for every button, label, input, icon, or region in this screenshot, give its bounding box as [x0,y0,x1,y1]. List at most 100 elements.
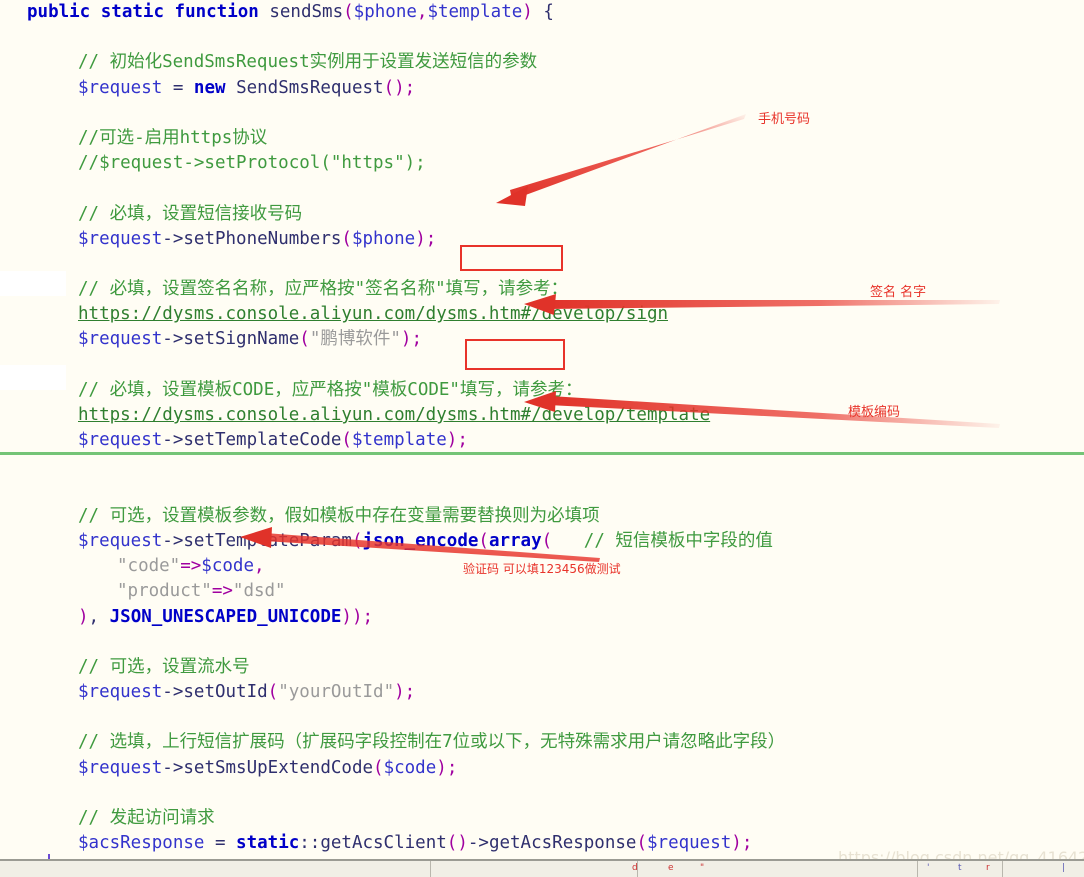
code-token: array [488,530,542,551]
code-token: ) [436,757,447,778]
code-token: // 必填，设置签名名称，应严格按"签名名称"填写，请参考： [78,279,569,300]
code-token: ( [299,329,310,350]
code-line[interactable]: public static function sendSms($phone,$t… [0,0,1084,25]
code-token: ) [731,833,742,854]
code-token: https://dysms.console.aliyun.com/dysms.h… [78,304,669,325]
annotation-label: 手机号码 [758,112,811,127]
code-token: $request [78,77,163,98]
code-line[interactable]: //可选-启用https协议 [0,126,1084,151]
code-token: // 初始化SendSmsRequest实例用于设置发送短信的参数 [78,52,538,73]
code-line[interactable]: https://dysms.console.aliyun.com/dysms.h… [0,302,1084,327]
code-line[interactable]: $request = new SendSmsRequest(); [0,76,1084,101]
code-line[interactable] [0,353,1084,378]
code-token: //$request->setProtocol("https"); [78,153,426,174]
code-token: setSmsUpExtendCode [183,757,374,778]
code-line[interactable] [0,101,1084,126]
code-token: :: [299,833,321,854]
code-token: )) [341,606,363,627]
code-token: ( [351,530,363,551]
code-token: "code" [117,556,181,577]
code-token: ; [404,682,416,703]
code-token: => [211,581,233,602]
code-line[interactable]: // 必填，设置模板CODE，应严格按"模板CODE"填写，请参考： [0,378,1084,403]
code-token: ; [411,329,422,350]
code-token: ) [446,430,458,451]
code-token: // 必填，设置模板CODE，应严格按"模板CODE"填写，请参考： [78,379,583,400]
code-token: -> [162,530,184,551]
code-token: -> [162,757,184,778]
code-line[interactable]: $request->setPhoneNumbers($phone); [0,227,1084,252]
code-line[interactable]: $request->setTemplateCode($template); [0,428,1084,453]
code-token: //可选-启用https协议 [78,127,268,148]
code-token: $request [78,430,163,451]
code-token: $code [201,556,254,577]
code-token: // 可选，设置流水号 [78,656,250,677]
code-token: new [193,77,237,98]
code-line[interactable]: // 选填，上行短信扩展码（扩展码字段控制在7位或以下，无特殊需求用户请忽略此字… [0,730,1084,755]
code-token: ) [415,228,426,249]
code-line[interactable]: // 必填，设置短信接收号码 [0,202,1084,227]
code-line[interactable] [0,176,1084,201]
code-line[interactable]: //$request->setProtocol("https"); [0,151,1084,176]
code-token: $template [427,2,523,22]
code-token: https://dysms.console.aliyun.com/dysms.h… [78,405,711,425]
code-line[interactable] [0,479,1084,504]
code-token: => [180,556,202,577]
code-token: ( [478,530,489,551]
code-token: ( [541,530,553,551]
code-token: $request [78,530,163,551]
code-line[interactable]: // 发起访问请求 [0,806,1084,831]
code-token: "yourOutId" [278,682,395,703]
code-token: = [204,833,237,854]
code-line[interactable] [0,453,1084,478]
code-line[interactable]: // 初始化SendSmsRequest实例用于设置发送短信的参数 [0,50,1084,75]
code-line[interactable] [0,705,1084,730]
code-token: ) [394,682,405,703]
code-token: ( [341,430,352,451]
code-token: "鹏博软件" [309,329,401,350]
code-token: // 选填，上行短信扩展码（扩展码字段控制在7位或以下，无特殊需求用户请忽略此字… [78,732,786,753]
code-line[interactable]: "product"=>"dsd" [0,579,1084,604]
code-line[interactable]: $request->setTemplateParam(json_encode(a… [0,529,1084,554]
code-line[interactable] [0,630,1084,655]
code-token: ; [741,833,753,854]
status-bar-tick: t [958,863,962,873]
code-token: setTemplateParam [183,530,352,551]
code-token: ( [373,757,384,778]
code-line[interactable]: ), JSON_UNESCAPED_UNICODE)); [0,605,1084,630]
code-line[interactable]: https://dysms.console.aliyun.com/dysms.h… [0,403,1084,428]
status-bar-tick: " [700,863,705,873]
code-line[interactable] [0,252,1084,277]
code-token: $request [78,329,163,350]
code-token: , [88,606,110,627]
code-token: () [383,77,405,98]
status-bar-divider [917,861,918,877]
annotation-label: 签名 名字 [870,285,927,300]
code-token: $request [78,682,163,703]
code-token: ) [78,606,89,627]
code-token: json_encode [362,530,479,551]
code-token: ) [522,2,533,22]
code-token: $template [351,430,447,451]
code-token: ( [341,228,352,249]
code-token: -> [162,329,184,350]
code-token: , [253,556,265,577]
code-editor[interactable]: public static function sendSms($phone,$t… [0,0,1084,877]
code-line[interactable]: // 可选，设置模板参数，假如模板中存在变量需要替换则为必填项 [0,504,1084,529]
code-line[interactable] [0,781,1084,806]
code-token: getAcsResponse [488,833,637,854]
annotation-label: 验证码 可以填123456做测试 [463,562,621,576]
code-token: $request [647,833,732,854]
status-bar[interactable]: d e " ' t r | [0,859,1084,877]
code-line[interactable]: // 可选，设置流水号 [0,655,1084,680]
code-token: SendSmsRequest [236,77,384,98]
code-token: $phone [353,2,417,22]
code-line[interactable]: $request->setSignName("鹏博软件"); [0,327,1084,352]
code-line[interactable] [0,25,1084,50]
code-token: getAcsClient [320,833,447,854]
code-token: ; [362,606,374,627]
code-line[interactable]: $request->setSmsUpExtendCode($code); [0,756,1084,781]
code-line[interactable]: $request->setOutId("yourOutId"); [0,680,1084,705]
code-content[interactable]: public static function sendSms($phone,$t… [0,0,1084,877]
